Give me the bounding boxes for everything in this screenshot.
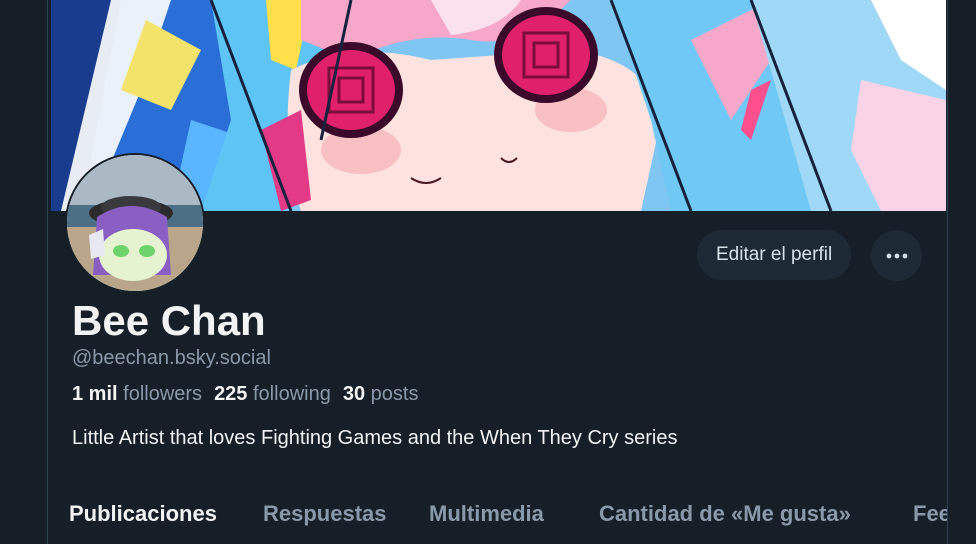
tab-feeds[interactable]: Fee xyxy=(913,496,947,532)
followers-count: 1 mil xyxy=(72,383,118,405)
ellipsis-icon xyxy=(886,253,907,258)
followers-link[interactable]: 1 mil followers xyxy=(72,383,202,405)
posts-stat: 30 posts xyxy=(343,383,419,405)
profile-stats: 1 mil followers 225 following 30 posts xyxy=(72,381,418,407)
more-options-button[interactable] xyxy=(871,230,922,281)
profile-handle: @beechan.bsky.social xyxy=(72,347,271,369)
posts-count: 30 xyxy=(342,383,366,405)
profile-tabs: Publicaciones Respuestas Multimedia Cant… xyxy=(48,496,947,544)
followers-label: followers xyxy=(123,383,203,405)
tab-likes[interactable]: Cantidad de «Me gusta» xyxy=(599,496,851,532)
display-name: Bee Chan xyxy=(72,297,266,344)
edit-profile-button[interactable]: Editar el perfil xyxy=(697,230,852,280)
profile-bio: Little Artist that loves Fighting Games … xyxy=(72,427,678,449)
profile-page: Editar el perfil Bee Chan @beechan.bsky.… xyxy=(47,0,948,544)
tab-multimedia[interactable]: Multimedia xyxy=(429,496,544,532)
following-label: following xyxy=(253,383,331,405)
tab-respuestas[interactable]: Respuestas xyxy=(263,496,387,532)
avatar[interactable] xyxy=(65,153,205,293)
following-count: 225 xyxy=(214,383,248,405)
tab-publicaciones[interactable]: Publicaciones xyxy=(69,496,217,532)
following-link[interactable]: 225 following xyxy=(214,383,331,405)
posts-label: posts xyxy=(370,383,419,405)
